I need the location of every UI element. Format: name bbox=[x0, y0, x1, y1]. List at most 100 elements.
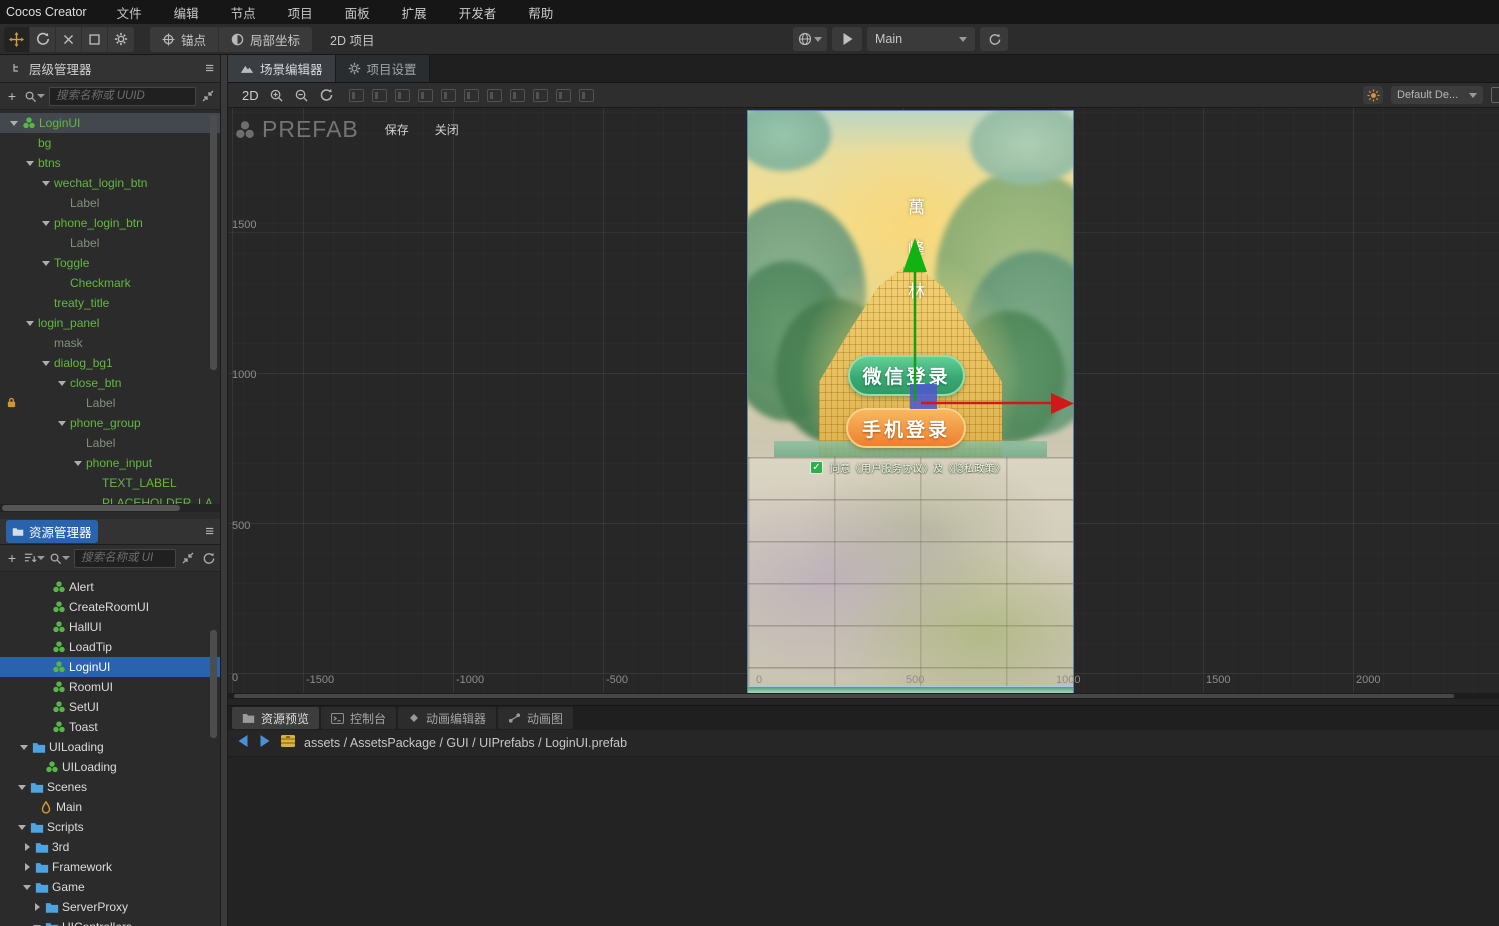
expand-arrow-icon[interactable] bbox=[21, 843, 33, 851]
align-tool-icon[interactable] bbox=[510, 89, 525, 102]
expand-arrow-icon[interactable] bbox=[8, 121, 20, 126]
expand-arrow-icon[interactable] bbox=[21, 863, 33, 871]
hierarchy-menu-button[interactable]: ≡ bbox=[205, 60, 214, 77]
scene-horizontal-scrollbar[interactable] bbox=[228, 693, 1499, 699]
view-mode-2d-button[interactable]: 2D bbox=[242, 88, 259, 103]
assets-menu-button[interactable]: ≡ bbox=[205, 523, 214, 540]
asset-node-ServerProxy[interactable]: ServerProxy bbox=[0, 897, 220, 917]
collapse-all-button[interactable] bbox=[200, 90, 216, 102]
align-tool-icon[interactable] bbox=[372, 89, 387, 102]
breadcrumb-back-button[interactable] bbox=[238, 734, 249, 752]
asset-node-Scenes[interactable]: Scenes bbox=[0, 777, 220, 797]
asset-node-CreateRoomUI[interactable]: CreateRoomUI bbox=[0, 597, 220, 617]
bottom-tab-动画编辑器[interactable]: 动画编辑器 bbox=[398, 707, 496, 729]
expand-arrow-icon[interactable] bbox=[16, 785, 28, 790]
hierarchy-vertical-scrollbar[interactable] bbox=[210, 115, 217, 370]
prefab-close-button[interactable]: 关闭 bbox=[435, 121, 459, 138]
expand-arrow-icon[interactable] bbox=[18, 745, 30, 750]
asset-node-SetUI[interactable]: SetUI bbox=[0, 697, 220, 717]
expand-arrow-icon[interactable] bbox=[24, 321, 36, 326]
scene-viewport[interactable]: PREFAB 保存 关闭 150010005000-1500-1000-5000… bbox=[228, 108, 1499, 699]
asset-node-Scripts[interactable]: Scripts bbox=[0, 817, 220, 837]
scale-tool-button[interactable] bbox=[56, 27, 82, 52]
asset-node-LoginUI[interactable]: LoginUI bbox=[0, 657, 220, 677]
menu-item[interactable]: 扩展 bbox=[386, 0, 443, 24]
expand-arrow-icon[interactable] bbox=[72, 461, 84, 466]
menu-item[interactable]: 帮助 bbox=[512, 0, 569, 24]
asset-node-Game[interactable]: Game bbox=[0, 877, 220, 897]
move-tool-button[interactable] bbox=[4, 27, 30, 52]
align-tool-icon[interactable] bbox=[395, 89, 410, 102]
hierarchy-node-Checkmark[interactable]: Checkmark bbox=[0, 273, 220, 293]
menu-item[interactable]: 开发者 bbox=[443, 0, 513, 24]
launch-scene-select[interactable]: Main bbox=[867, 27, 975, 51]
assets-search-input[interactable] bbox=[74, 549, 176, 568]
hierarchy-node-phone_input[interactable]: phone_input bbox=[0, 453, 220, 473]
camera-preset-select[interactable]: Default De... bbox=[1391, 86, 1483, 104]
hierarchy-node-bg[interactable]: bg bbox=[0, 133, 220, 153]
zoom-in-button[interactable] bbox=[269, 88, 284, 103]
hierarchy-node-Label[interactable]: Label bbox=[0, 233, 220, 253]
create-node-button[interactable]: + bbox=[4, 88, 20, 104]
zoom-out-button[interactable] bbox=[294, 88, 309, 103]
hierarchy-node-Label[interactable]: Label bbox=[0, 433, 220, 453]
align-tool-icon[interactable] bbox=[418, 89, 433, 102]
hierarchy-node-mask[interactable]: mask bbox=[0, 333, 220, 353]
gizmo-settings-button[interactable] bbox=[108, 27, 134, 52]
hierarchy-tab[interactable]: 层级管理器 bbox=[6, 57, 98, 80]
menu-item[interactable]: 面板 bbox=[329, 0, 386, 24]
asset-node-Toast[interactable]: Toast bbox=[0, 717, 220, 737]
breadcrumb-forward-button[interactable] bbox=[259, 734, 270, 752]
assets-tab[interactable]: 资源管理器 bbox=[6, 520, 98, 543]
anchor-mode-button[interactable]: 锚点 bbox=[150, 27, 219, 52]
assets-search-filter-button[interactable] bbox=[49, 552, 70, 565]
expand-arrow-icon[interactable] bbox=[40, 221, 52, 226]
agreement-checkbox[interactable]: ✓ bbox=[810, 461, 823, 474]
asset-node-LoadTip[interactable]: LoadTip bbox=[0, 637, 220, 657]
lock-icon[interactable] bbox=[6, 397, 17, 411]
play-button[interactable] bbox=[832, 27, 862, 51]
hierarchy-node-wechat_login_btn[interactable]: wechat_login_btn bbox=[0, 173, 220, 193]
expand-arrow-icon[interactable] bbox=[24, 161, 36, 166]
expand-arrow-icon[interactable] bbox=[40, 181, 52, 186]
platform-globe-button[interactable] bbox=[793, 27, 827, 51]
clipped-toolbar-icon[interactable] bbox=[1491, 87, 1499, 103]
local-coord-button[interactable]: 局部坐标 bbox=[219, 27, 312, 52]
expand-arrow-icon[interactable] bbox=[40, 261, 52, 266]
lighting-toggle-button[interactable] bbox=[1363, 86, 1383, 104]
wechat-login-button[interactable]: 微信登录 bbox=[848, 355, 965, 396]
align-tool-icon[interactable] bbox=[441, 89, 456, 102]
bottom-tab-动画图[interactable]: 动画图 bbox=[498, 707, 573, 729]
expand-arrow-icon[interactable] bbox=[56, 381, 68, 386]
align-tool-icon[interactable] bbox=[464, 89, 479, 102]
hierarchy-node-btns[interactable]: btns bbox=[0, 153, 220, 173]
assets-refresh-button[interactable] bbox=[200, 552, 216, 565]
expand-arrow-icon[interactable] bbox=[40, 361, 52, 366]
reload-button[interactable] bbox=[980, 27, 1008, 51]
hierarchy-node-TEXT_LABEL[interactable]: TEXT_LABEL bbox=[0, 473, 220, 493]
align-tool-icon[interactable] bbox=[579, 89, 594, 102]
hierarchy-node-phone_group[interactable]: phone_group bbox=[0, 413, 220, 433]
assets-vertical-scrollbar[interactable] bbox=[210, 630, 217, 738]
hierarchy-node-treaty_title[interactable]: treaty_title bbox=[0, 293, 220, 313]
asset-node-3rd[interactable]: 3rd bbox=[0, 837, 220, 857]
reset-view-button[interactable] bbox=[319, 88, 333, 102]
hierarchy-node-phone_login_btn[interactable]: phone_login_btn bbox=[0, 213, 220, 233]
hierarchy-node-Label[interactable]: Label bbox=[0, 193, 220, 213]
hierarchy-node-Label[interactable]: Label bbox=[0, 393, 220, 413]
menu-item[interactable]: 编辑 bbox=[158, 0, 215, 24]
hierarchy-node-close_btn[interactable]: close_btn bbox=[0, 373, 220, 393]
hierarchy-horizontal-scrollbar[interactable] bbox=[0, 504, 220, 512]
panel-splitter[interactable] bbox=[220, 55, 228, 926]
game-preview-canvas[interactable]: 萬峰林 微信登录 手机登录 ✓ 同意《用户服务协议》及《隐私政策》 bbox=[748, 111, 1073, 699]
menu-item[interactable]: 项目 bbox=[272, 0, 329, 24]
assets-sort-button[interactable] bbox=[24, 552, 45, 564]
menu-item[interactable]: 节点 bbox=[215, 0, 272, 24]
asset-node-Alert[interactable]: Alert bbox=[0, 577, 220, 597]
expand-arrow-icon[interactable] bbox=[21, 885, 33, 890]
asset-node-UILoading[interactable]: UILoading bbox=[0, 757, 220, 777]
expand-arrow-icon[interactable] bbox=[16, 825, 28, 830]
bottom-tab-资源预览[interactable]: 资源预览 bbox=[232, 707, 319, 729]
align-tool-icon[interactable] bbox=[487, 89, 502, 102]
create-asset-button[interactable]: + bbox=[4, 550, 20, 566]
